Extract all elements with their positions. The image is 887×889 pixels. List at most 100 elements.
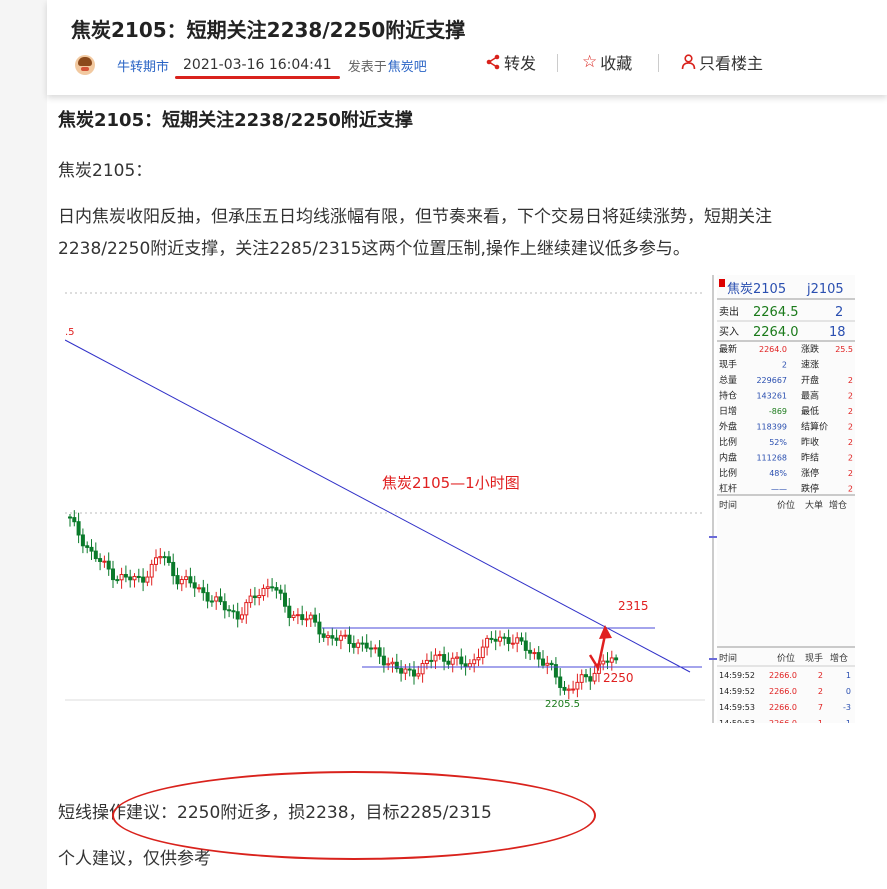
candle <box>566 688 571 691</box>
candle <box>248 595 253 604</box>
quote-field-label: 结算价 <box>801 421 828 433</box>
quote-field-label: 开盘 <box>801 374 819 386</box>
favorite-button[interactable]: ☆ 收藏 <box>582 50 632 74</box>
person-icon <box>681 54 696 70</box>
candle <box>76 521 81 536</box>
quote-field-value: -869 <box>769 407 787 416</box>
favorite-label: 收藏 <box>600 54 633 73</box>
candle <box>360 642 365 645</box>
candle <box>179 579 184 585</box>
quote-field-value: 2 <box>848 438 853 447</box>
candle <box>364 642 369 649</box>
quote-field-label: 现手 <box>719 359 737 371</box>
candle <box>467 663 472 668</box>
candle <box>429 659 434 662</box>
candle <box>68 516 72 519</box>
candle <box>459 656 464 665</box>
candle <box>111 568 115 581</box>
quote-field-value: 2 <box>782 361 787 370</box>
author-only-button[interactable]: 只看楼主 <box>681 50 763 74</box>
paragraph-intro: 焦炭2105： <box>58 161 153 181</box>
candle <box>330 635 335 639</box>
candle <box>347 634 352 645</box>
candle <box>592 672 597 682</box>
candle <box>227 609 232 612</box>
candle <box>89 546 94 552</box>
candle <box>416 673 421 677</box>
candle <box>154 557 158 565</box>
quote-field-value: 2 <box>848 407 853 416</box>
candle <box>235 611 240 620</box>
candle <box>579 674 584 683</box>
quote-field-label: 最高 <box>801 390 819 402</box>
candle <box>171 561 176 577</box>
candle <box>605 660 610 663</box>
candle <box>369 647 373 650</box>
tick-header: 价位 <box>777 499 795 511</box>
candle <box>274 587 279 591</box>
candle <box>162 556 167 559</box>
posted-prefix: 发表于 <box>347 59 387 75</box>
candle <box>115 579 120 582</box>
candle <box>485 637 490 648</box>
candle <box>287 605 292 618</box>
share-button[interactable]: 转发 <box>485 50 536 74</box>
candle <box>541 658 545 666</box>
candle <box>184 576 189 581</box>
tick-volume: 2 <box>818 687 823 696</box>
quote-field-label: 跌停 <box>801 483 819 495</box>
candle <box>515 637 520 644</box>
candle <box>399 668 404 674</box>
author-link[interactable]: 牛转期市 <box>117 56 169 75</box>
chart-area <box>65 275 717 723</box>
candle <box>240 614 244 620</box>
candle <box>455 656 459 659</box>
candle <box>244 602 249 616</box>
candle <box>128 576 133 581</box>
candle <box>545 662 550 666</box>
candle <box>377 647 382 657</box>
tick-volume: 1 <box>818 719 823 723</box>
candle <box>85 545 90 548</box>
candle <box>424 659 429 665</box>
buy-volume: 18 <box>829 325 846 340</box>
tick-header: 现手 <box>805 652 823 664</box>
candle <box>132 575 137 581</box>
candle <box>343 634 348 637</box>
tick-price: 2266.0 <box>769 703 797 712</box>
author-only-label: 只看楼主 <box>699 54 764 73</box>
candle <box>149 563 154 578</box>
tick-header: 时间 <box>719 652 737 664</box>
candle <box>197 587 201 590</box>
candle <box>261 587 266 597</box>
chart-annotation: 焦炭2105—1小时图 <box>382 474 520 492</box>
candle <box>373 647 378 650</box>
candle <box>326 635 330 638</box>
quote-field-label: 昨收 <box>801 436 819 448</box>
divider <box>658 54 659 72</box>
candle <box>106 560 111 570</box>
quote-field-label: 昨结 <box>801 452 819 464</box>
paragraph-body-line2: 2238/2250附近支撑，关注2285/2315这两个位置压制,操作上继续建议… <box>58 239 690 259</box>
quote-field-value: 118399 <box>756 423 787 432</box>
candle <box>317 621 322 635</box>
candle <box>609 657 614 663</box>
candle <box>558 676 563 688</box>
quote-field-value: —— <box>771 485 787 494</box>
candle <box>300 614 305 620</box>
candle <box>450 657 455 665</box>
left-price-label: .5 <box>65 327 75 338</box>
buy-label: 买入 <box>719 326 739 338</box>
candle <box>394 661 399 670</box>
candle <box>145 576 150 583</box>
avatar[interactable] <box>75 55 95 75</box>
quote-field-value: 229667 <box>756 376 787 385</box>
candle <box>192 582 197 589</box>
candle <box>222 601 227 611</box>
candle <box>386 663 391 666</box>
candle <box>433 654 438 662</box>
board-link[interactable]: 焦炭吧 <box>388 56 427 75</box>
candle <box>536 652 541 660</box>
candle <box>480 646 485 659</box>
candlestick-chart: .5 2315 2250 2205.5 焦炭2105—1小时图 焦炭2105 j2105 卖出… <box>64 275 855 728</box>
